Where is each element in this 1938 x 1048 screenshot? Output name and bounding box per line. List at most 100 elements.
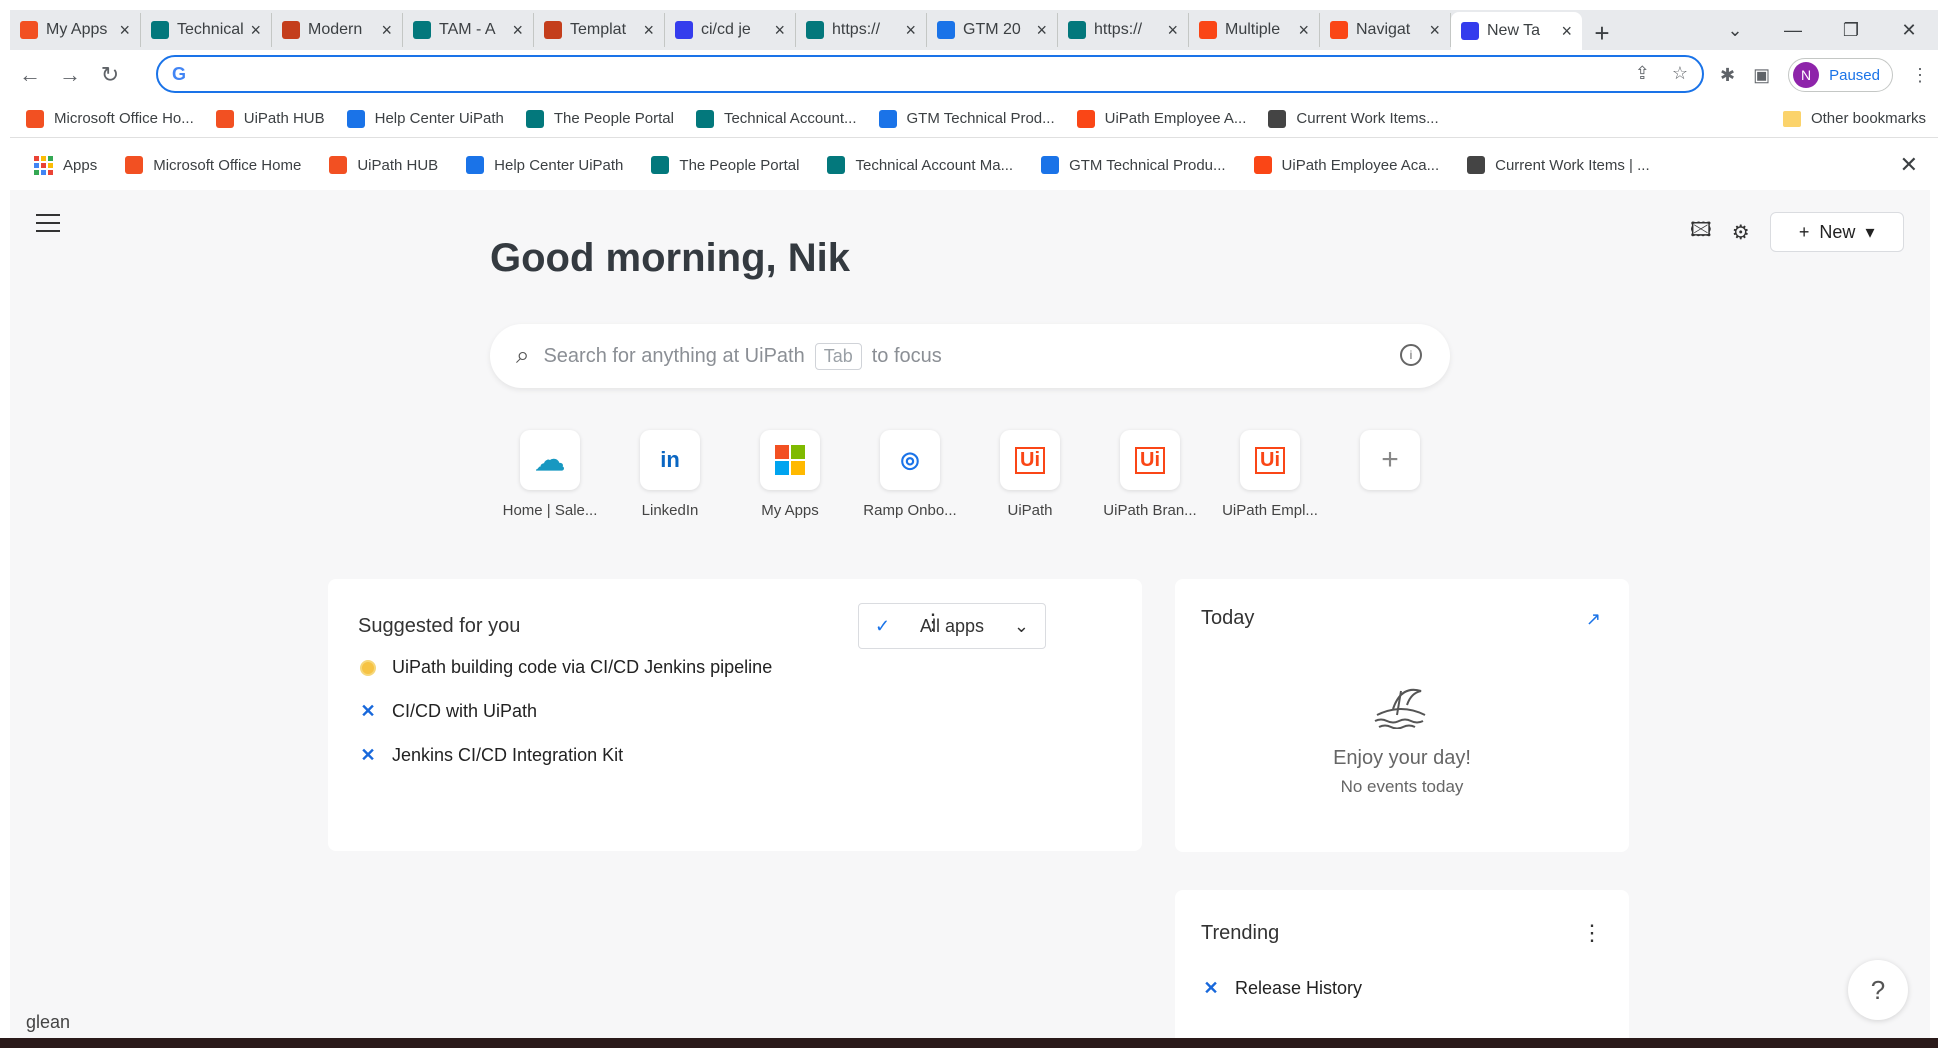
browser-tab[interactable]: ci/cd je × <box>665 13 796 47</box>
confluence-icon: ✕ <box>1203 978 1219 998</box>
bookmark-item[interactable]: Help Center UiPath <box>346 109 504 128</box>
trending-item-label: Release History <box>1235 978 1363 998</box>
bookmark-item[interactable]: GTM Technical Produ... <box>1041 156 1226 175</box>
close-tab-icon[interactable]: × <box>512 20 523 41</box>
reload-button[interactable]: ↻ <box>90 62 130 88</box>
bookmark-item[interactable]: UiPath HUB <box>329 156 438 175</box>
tab-search-icon[interactable]: ⌄ <box>1706 20 1764 41</box>
linkedin-icon-glyph: in <box>660 447 680 472</box>
close-tab-icon[interactable]: × <box>774 20 785 41</box>
bookmark-item[interactable]: Current Work Items... <box>1268 109 1439 128</box>
close-tab-icon[interactable]: × <box>119 20 130 41</box>
restore-button[interactable]: ❐ <box>1822 20 1880 41</box>
bookmark-item[interactable]: UiPath Employee A... <box>1076 109 1246 128</box>
back-button[interactable]: ← <box>10 62 50 88</box>
hamburger-menu-icon[interactable] <box>36 214 60 238</box>
bookmark-star-icon[interactable]: ☆ <box>1672 63 1688 84</box>
sharepoint-icon <box>827 156 846 174</box>
bookmark-item[interactable]: Microsoft Office Home <box>125 156 301 175</box>
bookmark-item[interactable]: UiPath HUB <box>215 109 325 128</box>
trending-more-icon[interactable]: ⋮ <box>1581 920 1603 946</box>
bookmark-item[interactable]: UiPath Employee Aca... <box>1253 156 1439 175</box>
app-shortcut[interactable]: + <box>1330 430 1450 519</box>
browser-tab[interactable]: Modern × <box>272 13 403 47</box>
share-icon[interactable]: ⇪ <box>1635 63 1650 84</box>
image-icon[interactable]: 🖾 <box>1690 215 1712 249</box>
extensions-icon[interactable]: ✱ <box>1720 65 1735 86</box>
bookmark-label: Microsoft Office Ho... <box>54 110 194 127</box>
app-shortcut[interactable]: Ui UiPath Empl... <box>1210 430 1330 519</box>
suggested-item[interactable]: ✕ Jenkins CI/CD Integration Kit <box>358 745 623 766</box>
close-tab-icon[interactable]: × <box>1429 20 1440 41</box>
help-button[interactable]: ? <box>1848 960 1908 1020</box>
browser-tab[interactable]: My Apps × <box>10 13 141 47</box>
browser-tab[interactable]: Multiple × <box>1189 13 1320 47</box>
app-filter-dropdown[interactable]: ✓ All apps ⌄ <box>858 603 1046 649</box>
app-shortcut[interactable]: Ui UiPath Bran... <box>1090 430 1210 519</box>
new-button[interactable]: + New ▾ <box>1769 212 1904 252</box>
suggested-item[interactable]: ✕ CI/CD with UiPath <box>358 701 537 722</box>
close-tab-icon[interactable]: × <box>1036 20 1047 41</box>
profile-button[interactable]: N Paused <box>1788 58 1893 92</box>
linkedin-icon: in <box>640 430 700 490</box>
forward-button[interactable]: → <box>50 62 90 88</box>
side-panel-icon[interactable]: ▣ <box>1753 65 1770 86</box>
browser-tab[interactable]: Navigat × <box>1320 13 1451 47</box>
close-tab-icon[interactable]: × <box>1561 21 1572 42</box>
bookmark-item[interactable]: Apps <box>34 155 98 175</box>
bookmark-label: The People Portal <box>553 110 674 127</box>
check-icon: ✓ <box>875 615 891 636</box>
close-tab-icon[interactable]: × <box>905 20 916 41</box>
close-tab-icon[interactable]: × <box>643 20 654 41</box>
sharepoint-icon <box>806 21 824 39</box>
address-bar[interactable]: G ⇪ ☆ <box>156 55 1704 93</box>
menu-icon[interactable]: ⋮ <box>1911 65 1929 86</box>
new-tab-button[interactable]: + <box>1582 16 1622 50</box>
close-bar-icon[interactable]: ✕ <box>1900 152 1918 178</box>
external-link-icon[interactable]: ↗ <box>1586 609 1601 630</box>
browser-tab[interactable]: New Ta × <box>1451 12 1582 50</box>
app-shortcut[interactable]: in LinkedIn <box>610 430 730 519</box>
browser-tab[interactable]: Templat × <box>534 13 665 47</box>
bookmark-label: Apps <box>63 156 98 174</box>
bookmark-item[interactable]: Technical Account... <box>695 109 857 128</box>
tab-title: Navigat <box>1356 21 1411 38</box>
bookmark-item[interactable]: Technical Account Ma... <box>827 156 1013 175</box>
google-icon: G <box>172 63 187 84</box>
app-shortcut[interactable]: ◎ Ramp Onbo... <box>850 430 970 519</box>
browser-tab[interactable]: https:// × <box>796 13 927 47</box>
suggested-more-icon[interactable]: ⋮ <box>922 609 944 635</box>
close-tab-icon[interactable]: × <box>381 20 392 41</box>
app-shortcut[interactable]: ☁ Home | Sale... <box>490 430 610 519</box>
suggested-item[interactable]: UiPath building code via CI/CD Jenkins p… <box>358 657 772 678</box>
confluence-icon: ✕ <box>360 745 376 765</box>
other-bookmarks[interactable]: Other bookmarks <box>1782 110 1926 127</box>
settings-gear-icon[interactable]: ⚙ <box>1732 220 1750 245</box>
bookmark-item[interactable]: The People Portal <box>651 156 799 175</box>
bookmark-item[interactable]: Current Work Items | ... <box>1467 156 1650 175</box>
browser-tab[interactable]: TAM - A × <box>403 13 534 47</box>
info-icon[interactable]: i <box>1400 344 1422 366</box>
app-shortcut[interactable]: Ui UiPath <box>970 430 1090 519</box>
bookmark-item[interactable]: Microsoft Office Ho... <box>26 109 194 128</box>
close-window-button[interactable]: ✕ <box>1880 20 1938 41</box>
uipath-icon-glyph: Ui <box>1135 446 1165 474</box>
browser-tab[interactable]: Technical × <box>141 13 272 47</box>
bookmark-item[interactable]: Help Center UiPath <box>466 156 623 175</box>
app-shortcut[interactable]: My Apps <box>730 430 850 519</box>
bookmark-item[interactable]: GTM Technical Prod... <box>878 109 1055 128</box>
os-taskbar <box>0 1038 1938 1048</box>
browser-tab[interactable]: GTM 20 × <box>927 13 1058 47</box>
greeting: Good morning, Nik <box>490 236 850 280</box>
minimize-button[interactable]: — <box>1764 20 1822 41</box>
close-tab-icon[interactable]: × <box>250 20 261 41</box>
browser-tab[interactable]: https:// × <box>1058 13 1189 47</box>
ramp-icon-glyph: ◎ <box>900 447 920 472</box>
close-tab-icon[interactable]: × <box>1167 20 1178 41</box>
trending-item[interactable]: ✕ Release History <box>1201 978 1362 999</box>
bookmark-item[interactable]: The People Portal <box>525 109 674 128</box>
browser-toolbar: ← → ↻ G ⇪ ☆ ✱ ▣ N Paused ⋮ <box>10 50 1938 100</box>
tab-title: TAM - A <box>439 21 496 38</box>
close-tab-icon[interactable]: × <box>1298 20 1309 41</box>
search-input[interactable]: ⌕ Search for anything at UiPath Tab to f… <box>490 324 1450 388</box>
